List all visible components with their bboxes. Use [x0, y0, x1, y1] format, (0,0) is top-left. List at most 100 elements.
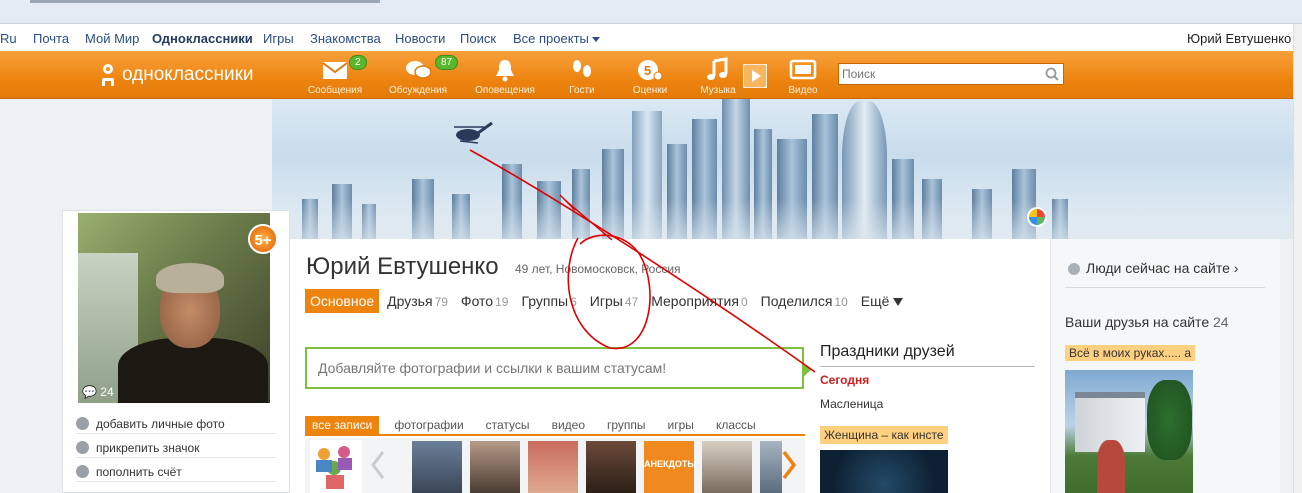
tab-label: Поделился	[760, 293, 833, 309]
portal-link-dating[interactable]: Знакомства	[310, 31, 381, 46]
ratings-label: Оценки	[632, 85, 668, 96]
status-input[interactable]: Добавляйте фотографии и ссылки к вашим с…	[305, 347, 811, 389]
chevron-down-icon	[591, 37, 600, 43]
chevron-left-icon[interactable]	[370, 450, 386, 480]
rating-5-icon: 5	[638, 60, 663, 81]
feed-thumb[interactable]	[470, 441, 520, 493]
tab-friends[interactable]: Друзья 79	[382, 289, 453, 313]
feed-thumb[interactable]	[412, 441, 462, 493]
page-scrollbar[interactable]	[1293, 24, 1302, 493]
person-icon	[1068, 263, 1080, 276]
holiday-post-caption[interactable]: Женщина – как инсте	[820, 426, 948, 444]
portal-link-news[interactable]: Новости	[395, 31, 445, 46]
tab-label: Группы	[521, 293, 569, 309]
left-menu-label: прикрепить значок	[96, 440, 200, 455]
cover-color-icon[interactable]	[1026, 206, 1048, 228]
music-label: Музыка	[700, 85, 736, 96]
tab-count: 0	[740, 295, 748, 309]
toolbar-music[interactable]: Музыка	[696, 57, 740, 97]
tab-main[interactable]: Основное	[305, 289, 380, 313]
chevron-right-icon[interactable]	[780, 450, 798, 480]
friend-status[interactable]: Всё в моих руках..... а	[1065, 345, 1196, 361]
holiday-post-image[interactable]	[820, 450, 948, 493]
toolbar-video[interactable]: Видео	[783, 57, 823, 97]
messages-label: Сообщения	[307, 85, 363, 96]
portal-link-mymir[interactable]: Мой Мир	[85, 31, 139, 46]
feed-thumb[interactable]	[760, 441, 782, 493]
toolbar-notifications[interactable]: Оповещения	[470, 57, 540, 97]
guests-label: Гости	[569, 85, 595, 96]
toolbar-messages[interactable]: 2 Сообщения	[303, 55, 367, 97]
feed-tab-classes[interactable]: классы	[709, 416, 763, 434]
tab-label: Ещё	[860, 293, 890, 309]
comment-icon: 💬	[82, 385, 97, 399]
status-placeholder: Добавляйте фотографии и ссылки к вашим с…	[318, 360, 667, 376]
search-input[interactable]	[839, 64, 1039, 84]
tab-groups[interactable]: Группы 6	[516, 289, 581, 313]
feed-thumb-anecdotes[interactable]: АНЕКДОТЫ	[644, 441, 696, 493]
friend-photo[interactable]	[1065, 370, 1193, 493]
feed-tab-games[interactable]: игры	[661, 416, 701, 434]
feed-thumb[interactable]	[586, 441, 636, 493]
main-toolbar: одноклассники 2 Сообщения 87 Обсуждения …	[0, 51, 1302, 99]
discussions-count: 87	[435, 55, 459, 70]
portal-link-ru[interactable]: Ru	[0, 31, 17, 46]
left-menu-top-up[interactable]: пополнить счёт	[76, 462, 276, 482]
tab-photo[interactable]: Фото 19	[456, 289, 514, 313]
tab-shared[interactable]: Поделился 10	[756, 289, 853, 313]
ok-logo-icon	[100, 63, 116, 87]
triangle-down-icon	[893, 298, 904, 306]
feed-tab-groups[interactable]: группы	[600, 416, 653, 434]
avatar-comments-count: 24	[100, 385, 114, 399]
feed-tab-statuses[interactable]: статусы	[479, 416, 537, 434]
friends-online-count: 24	[1213, 314, 1229, 330]
coin-icon	[76, 465, 89, 478]
avatar-comments[interactable]: 💬 24	[82, 385, 114, 399]
portal-link-search[interactable]: Поиск	[460, 31, 496, 46]
ok-logo[interactable]: одноклассники	[100, 63, 254, 87]
right-divider	[1065, 287, 1265, 288]
feed-thumb[interactable]	[702, 441, 752, 493]
tab-more[interactable]: Ещё	[856, 289, 909, 313]
footprints-icon	[573, 60, 591, 77]
portal-link-games[interactable]: Игры	[263, 31, 294, 46]
portal-link-mail[interactable]: Почта	[33, 31, 69, 46]
toolbar-discussions[interactable]: 87 Обсуждения	[385, 55, 459, 97]
friends-online-title: Ваши друзья на сайте 24	[1065, 314, 1229, 330]
portal-user-name[interactable]: Юрий Евтушенко	[1187, 31, 1291, 46]
portal-link-ok[interactable]: Одноклассники	[152, 31, 253, 46]
camera-icon	[76, 417, 89, 430]
feed-thumb[interactable]	[528, 441, 578, 493]
profile-cover-banner	[272, 99, 1302, 239]
friends-holidays: Праздники друзей Сегодня Масленица	[820, 343, 1035, 411]
friends-online-label: Ваши друзья на сайте	[1065, 314, 1210, 330]
search-box[interactable]	[838, 63, 1064, 85]
left-menu-attach-badge[interactable]: прикрепить значок	[76, 438, 276, 458]
left-menu-add-photo[interactable]: добавить личные фото	[76, 414, 276, 434]
portal-link-all-projects[interactable]: Все проекты	[513, 31, 600, 46]
tab-label: Игры	[589, 293, 623, 309]
notifications-label: Оповещения	[475, 85, 535, 96]
holiday-name[interactable]: Масленица	[820, 397, 1035, 411]
people-online-link[interactable]: Люди сейчас на сайте ›	[1068, 260, 1238, 276]
feed-tabs: все записи фотографии статусы видео груп…	[305, 416, 805, 436]
feed-tab-video[interactable]: видео	[545, 416, 592, 434]
svg-text:5: 5	[644, 63, 651, 78]
tab-events[interactable]: Мероприятия 0	[646, 289, 752, 313]
holidays-title: Праздники друзей	[820, 343, 1035, 367]
toolbar-guests[interactable]: Гости	[560, 57, 604, 97]
messages-count: 2	[349, 55, 367, 70]
profile-avatar[interactable]: 💬 24	[78, 213, 270, 403]
logo-text: одноклассники	[122, 64, 254, 85]
tab-label: Основное	[310, 293, 375, 309]
bell-icon	[496, 60, 514, 82]
people-group-icon[interactable]	[310, 440, 362, 493]
search-icon[interactable]	[1045, 67, 1059, 81]
feed-tab-all[interactable]: все записи	[305, 416, 380, 434]
play-button-icon[interactable]	[743, 64, 767, 88]
toolbar-ratings[interactable]: 5 Оценки	[627, 57, 673, 97]
tab-games[interactable]: Игры 47	[585, 289, 643, 313]
video-label: Видео	[788, 85, 818, 96]
feed-tab-photos[interactable]: фотографии	[387, 416, 470, 434]
tab-count: 47	[624, 295, 639, 309]
